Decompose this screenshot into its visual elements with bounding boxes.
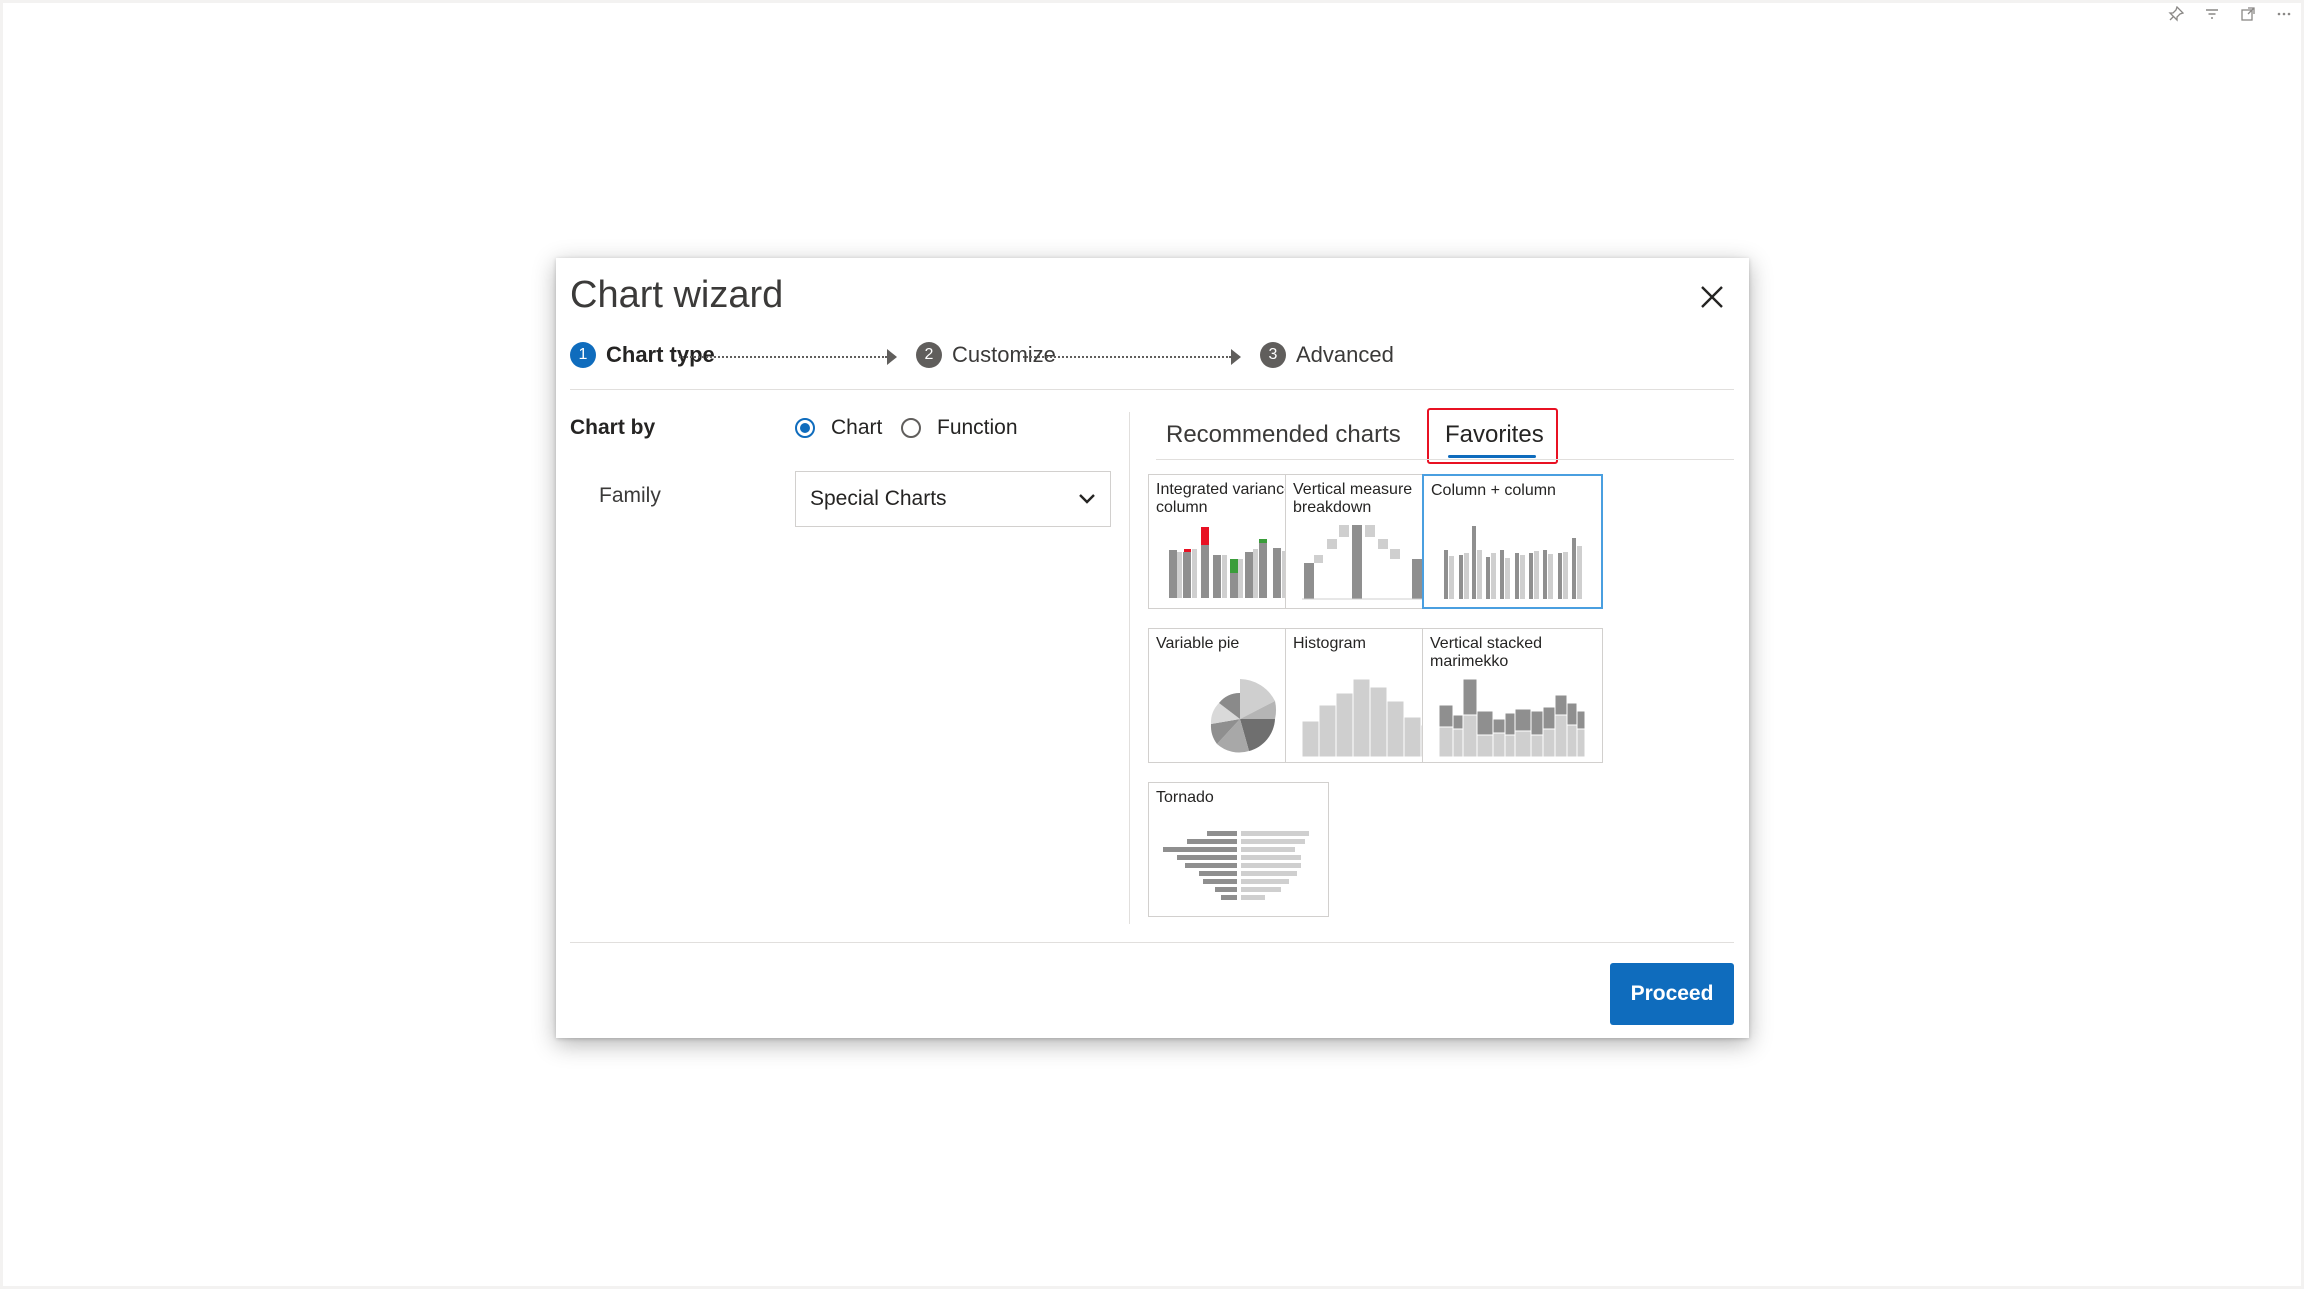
divider <box>570 389 1734 390</box>
close-button[interactable] <box>1695 280 1729 314</box>
chart-by-label: Chart by <box>570 416 656 439</box>
radio-circle <box>901 418 921 438</box>
visual-header-toolbar <box>2165 3 2295 25</box>
step-number: 3 <box>1260 342 1286 368</box>
step-chart-type[interactable]: 1 Chart type <box>570 342 715 368</box>
chart-card-tornado[interactable]: Tornado <box>1148 782 1329 917</box>
close-icon <box>1701 286 1723 308</box>
radio-label: Function <box>937 416 1018 439</box>
family-value: Special Charts <box>810 487 947 510</box>
tab-favorites[interactable]: Favorites <box>1445 421 1544 449</box>
chevron-down-icon <box>1079 494 1095 504</box>
pin-icon[interactable] <box>2165 3 2187 25</box>
step-connector <box>1023 356 1231 358</box>
active-tab-indicator <box>1448 455 1536 458</box>
radio-label: Chart <box>831 416 883 439</box>
step-label: Advanced <box>1296 342 1394 367</box>
tab-recommended-charts[interactable]: Recommended charts <box>1166 421 1401 449</box>
step-advanced[interactable]: 3 Advanced <box>1260 342 1394 368</box>
step-connector <box>679 356 887 358</box>
arrow-right-icon <box>1231 349 1241 365</box>
chart-wizard-dialog: Chart wizard 1 Chart type 2 Customize 3 … <box>556 258 1749 1038</box>
chart-card-vertical-stacked-marimekko[interactable]: Vertical stacked marimekko <box>1422 628 1603 763</box>
vertical-stacked-marimekko-thumbnail <box>1438 678 1586 758</box>
proceed-button[interactable]: Proceed <box>1610 963 1734 1025</box>
step-label: Customize <box>952 342 1056 367</box>
family-dropdown[interactable]: Special Charts <box>795 471 1111 527</box>
tornado-thumbnail <box>1163 831 1309 900</box>
step-label: Chart type <box>606 342 715 367</box>
wizard-steps: 1 Chart type 2 Customize 3 Advanced <box>570 342 1742 372</box>
divider <box>570 942 1734 943</box>
radio-chart[interactable]: Chart <box>795 416 882 440</box>
step-number: 1 <box>570 342 596 368</box>
radio-circle <box>795 418 815 438</box>
more-options-icon[interactable] <box>2273 3 2295 25</box>
arrow-right-icon <box>887 349 897 365</box>
filter-icon[interactable] <box>2201 3 2223 25</box>
focus-mode-icon[interactable] <box>2237 3 2259 25</box>
column-plus-column-thumbnail <box>1444 526 1582 599</box>
dialog-title: Chart wizard <box>570 274 784 316</box>
family-label: Family <box>599 484 661 507</box>
chart-card-column-plus-column[interactable]: Column + column <box>1422 474 1603 609</box>
radio-function[interactable]: Function <box>901 416 1018 440</box>
tabs-divider <box>1156 459 1734 460</box>
step-customize[interactable]: 2 Customize <box>916 342 1056 368</box>
step-number: 2 <box>916 342 942 368</box>
panel-divider <box>1129 412 1130 924</box>
